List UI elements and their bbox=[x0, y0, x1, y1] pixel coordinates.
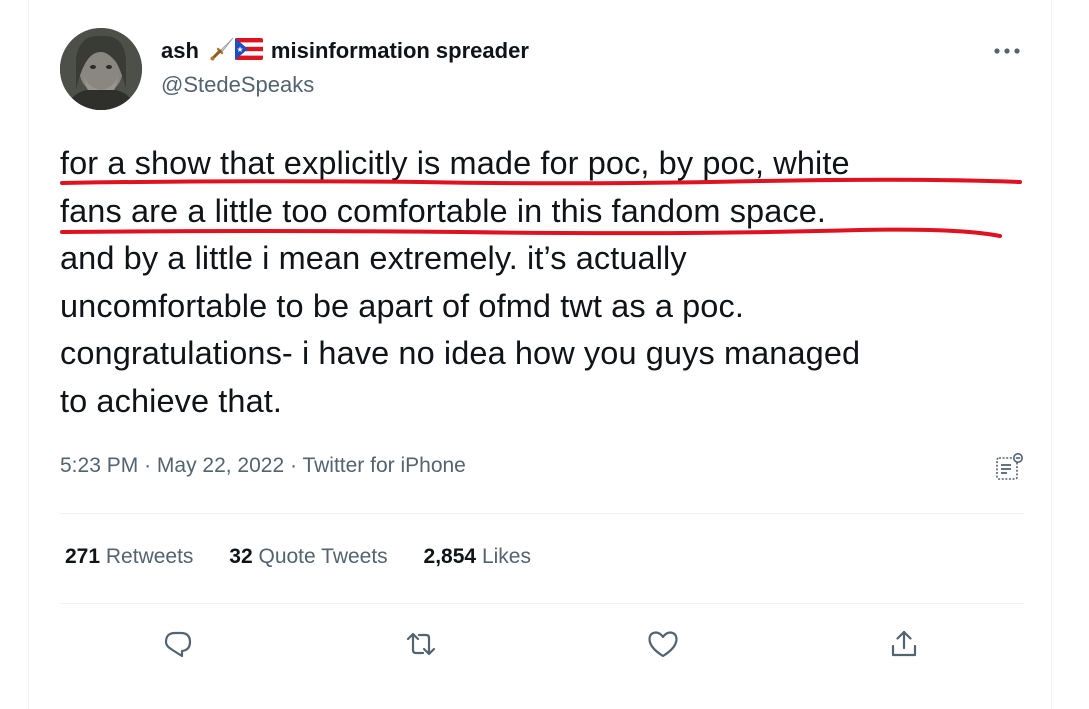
tweet-header: ash misinformation spreader @StedeSpeaks bbox=[60, 28, 1024, 112]
user-handle[interactable]: @StedeSpeaks bbox=[161, 72, 314, 98]
reply-icon bbox=[164, 631, 192, 658]
likes-stat[interactable]: 2,854 Likes bbox=[424, 545, 531, 569]
tweet-source[interactable]: Twitter for iPhone bbox=[302, 454, 465, 477]
more-horizontal-icon[interactable] bbox=[992, 44, 1022, 56]
dagger-emoji-icon bbox=[209, 36, 235, 67]
quote-tweets-label: Quote Tweets bbox=[258, 545, 388, 568]
avatar-image bbox=[60, 28, 142, 110]
divider bbox=[60, 603, 1024, 604]
puerto-rico-flag-icon bbox=[234, 37, 263, 65]
retweets-count: 271 bbox=[65, 545, 101, 568]
tweet-text: for a show that explicitly is made for p… bbox=[60, 140, 1024, 425]
reply-button[interactable] bbox=[156, 622, 200, 666]
like-button[interactable] bbox=[641, 622, 685, 666]
retweet-button[interactable] bbox=[399, 622, 443, 666]
quote-tweets-count: 32 bbox=[229, 545, 253, 568]
likes-count: 2,854 bbox=[423, 545, 477, 568]
page-edge-right bbox=[1051, 0, 1052, 709]
tweet-text-line: uncomfortable to be apart of ofmd twt as… bbox=[60, 287, 744, 324]
engagement-stats: 271 Retweets 32 Quote Tweets 2,854 Likes bbox=[65, 545, 561, 569]
name-row: ash misinformation spreader bbox=[161, 36, 529, 67]
page-edge-left bbox=[28, 0, 29, 709]
quote-tweets-stat[interactable]: 32 Quote Tweets bbox=[229, 545, 387, 569]
retweets-label: Retweets bbox=[105, 545, 194, 568]
share-button[interactable] bbox=[882, 622, 926, 666]
share-icon bbox=[891, 630, 917, 657]
tweet-meta: 5:23 PM · May 22, 2022 · Twitter for iPh… bbox=[60, 454, 466, 478]
display-name[interactable]: ash bbox=[161, 38, 199, 64]
display-name-suffix[interactable]: misinformation spreader bbox=[271, 38, 529, 64]
divider bbox=[60, 513, 1024, 514]
tweet-actions bbox=[60, 622, 1024, 666]
tweet-text-line: to achieve that. bbox=[60, 382, 283, 419]
tweet-date[interactable]: May 22, 2022 bbox=[157, 454, 284, 477]
likes-label: Likes bbox=[481, 545, 531, 568]
tweet-text-line: for a show that explicitly is made for p… bbox=[60, 145, 850, 181]
tweet-time[interactable]: 5:23 PM bbox=[60, 454, 138, 477]
tweet-text-line: and by a little i mean extremely. it’s a… bbox=[60, 240, 687, 276]
retweets-stat[interactable]: 271 Retweets bbox=[65, 545, 193, 569]
meta-separator: · bbox=[144, 454, 157, 477]
retweet-icon bbox=[406, 632, 436, 656]
analytics-icon[interactable] bbox=[994, 452, 1024, 482]
heart-icon bbox=[648, 631, 678, 658]
tweet-text-line: congratulations- i have no idea how you … bbox=[60, 335, 861, 371]
avatar[interactable] bbox=[60, 28, 142, 110]
tweet-text-line: fans are a little too comfortable in thi… bbox=[60, 192, 827, 229]
meta-separator: · bbox=[290, 454, 303, 477]
